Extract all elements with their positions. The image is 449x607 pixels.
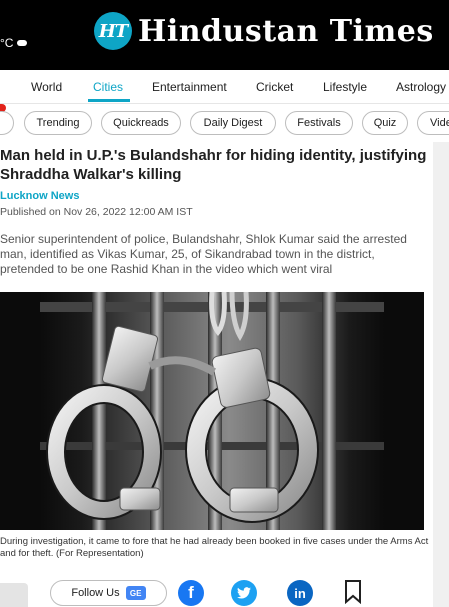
logo-text: Hindustan Times — [138, 13, 434, 49]
nav-item-lifestyle[interactable]: Lifestyle — [323, 80, 367, 94]
article-headline: Man held in U.P.'s Bulandshahr for hidin… — [0, 147, 427, 183]
weather-unit: °C — [0, 36, 14, 50]
logo-mark: HT — [94, 12, 132, 50]
site-logo[interactable]: HT Hindustan Times — [94, 12, 434, 50]
quick-links: Trending Quickreads Daily Digest Festiva… — [0, 104, 449, 142]
twitter-icon[interactable] — [231, 580, 257, 606]
nav-active-indicator — [88, 99, 130, 102]
chip-videos[interactable]: Vide — [417, 111, 449, 135]
right-scroll-gutter — [433, 142, 449, 607]
chip-partial[interactable] — [0, 111, 14, 135]
article-image — [0, 292, 424, 530]
chip-quickreads[interactable]: Quickreads — [101, 111, 181, 135]
chip-trending[interactable]: Trending — [24, 111, 92, 135]
chip-festivals[interactable]: Festivals — [285, 111, 353, 135]
nav-item-entertainment[interactable]: Entertainment — [152, 80, 227, 94]
published-date: Published on Nov 26, 2022 12:00 AM IST — [0, 206, 193, 218]
nav-item-cricket[interactable]: Cricket — [256, 80, 293, 94]
follow-us-label: Follow Us — [71, 587, 120, 599]
side-tab[interactable] — [0, 583, 28, 607]
chip-daily-digest[interactable]: Daily Digest — [190, 111, 276, 135]
nav-item-cities[interactable]: Cities — [93, 80, 123, 94]
article-summary: Senior superintendent of police, Bulands… — [0, 232, 407, 276]
weather-widget[interactable]: °C — [0, 36, 28, 50]
linkedin-icon[interactable]: in — [287, 580, 313, 606]
facebook-icon[interactable]: f — [178, 580, 204, 606]
image-caption: During investigation, it came to fore th… — [0, 536, 429, 559]
cloud-icon — [17, 40, 28, 46]
nav-item-astrology[interactable]: Astrology — [396, 80, 446, 94]
handcuffs-image — [40, 292, 384, 530]
chip-quiz[interactable]: Quiz — [362, 111, 408, 135]
section-link[interactable]: Lucknow News — [0, 190, 79, 202]
main-nav: World Cities Entertainment Cricket Lifes… — [0, 70, 449, 104]
bookmark-icon[interactable] — [344, 580, 362, 605]
nav-item-world[interactable]: World — [31, 80, 62, 94]
site-header: °C HT Hindustan Times — [0, 0, 449, 70]
follow-us-button[interactable]: Follow Us GE — [50, 580, 167, 606]
google-news-icon: GE — [125, 586, 146, 600]
